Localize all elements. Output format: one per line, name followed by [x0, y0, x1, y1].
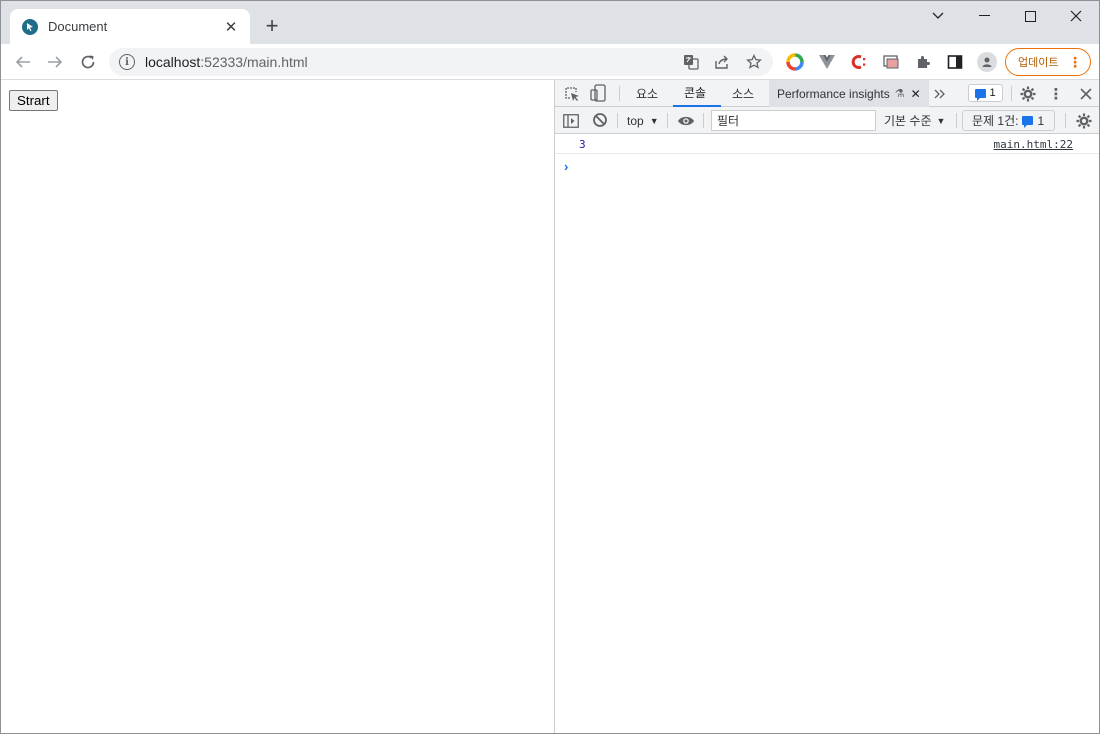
- forward-arrow-icon[interactable]: [43, 50, 67, 74]
- menu-dots-icon[interactable]: ⋮: [1068, 54, 1082, 70]
- address-bar[interactable]: i localhost:52333/main.html: [109, 48, 773, 76]
- tab-console[interactable]: 콘솔: [673, 80, 721, 107]
- side-panel-icon[interactable]: [943, 50, 967, 74]
- back-arrow-icon[interactable]: [11, 50, 35, 74]
- tab-search-chevron-icon[interactable]: [915, 1, 961, 31]
- tab-performance-insights-label: Performance insights: [777, 86, 890, 101]
- browser-window: Document ✕ + i localhost:52333/main.htm…: [0, 0, 1100, 734]
- tab-close-icon[interactable]: ✕: [911, 87, 921, 101]
- update-button[interactable]: 업데이트 ⋮: [1005, 48, 1091, 76]
- reload-icon[interactable]: [76, 50, 100, 74]
- minimize-icon[interactable]: [961, 1, 1007, 31]
- c-extension-icon[interactable]: [847, 50, 871, 74]
- vue-devtools-extension-icon[interactable]: [815, 50, 839, 74]
- maximize-icon[interactable]: [1007, 1, 1053, 31]
- settings-gear-icon[interactable]: [1019, 85, 1037, 103]
- live-expression-eye-icon[interactable]: [677, 112, 695, 130]
- filter-input[interactable]: 필터: [711, 110, 876, 131]
- tab-strip: Document ✕ +: [1, 1, 1099, 44]
- more-options-dots-icon[interactable]: ⋮: [1047, 85, 1065, 103]
- issues-badge-count: 1: [989, 87, 996, 99]
- url-host: localhost: [145, 54, 201, 70]
- site-info-icon[interactable]: i: [119, 54, 135, 70]
- window-close-icon[interactable]: [1053, 1, 1099, 31]
- start-button[interactable]: Strart: [9, 90, 58, 111]
- avatar: [977, 52, 997, 72]
- tab-sources[interactable]: 소스: [732, 80, 754, 107]
- devtools-tab-bar: 요소 콘솔 소스 Performance insights ⚗ ✕ 1 ⋮: [555, 80, 1099, 107]
- tab-close-icon[interactable]: ✕: [222, 18, 240, 36]
- page-viewport: Strart: [1, 80, 554, 733]
- extensions-puzzle-icon[interactable]: [911, 50, 935, 74]
- color-wheel-extension-icon[interactable]: [783, 50, 807, 74]
- pointer-favicon-icon: [22, 18, 38, 35]
- image-extension-icon[interactable]: [879, 50, 903, 74]
- console-prompt-chevron-icon[interactable]: ›: [564, 159, 568, 174]
- context-select[interactable]: top ▼: [627, 111, 659, 130]
- new-tab-button[interactable]: +: [261, 15, 283, 37]
- log-levels-value: 기본 수준: [884, 114, 932, 128]
- message-icon: [1022, 116, 1034, 128]
- share-icon[interactable]: [710, 50, 734, 74]
- sidebar-toggle-icon[interactable]: [562, 112, 580, 130]
- issues-label: 문제 1건:: [972, 114, 1019, 128]
- clear-console-icon[interactable]: [591, 111, 609, 129]
- url-path: :52333/main.html: [200, 54, 308, 70]
- console-toolbar: top ▼ 필터 기본 수준 ▼ 문제 1건: 1: [555, 107, 1099, 134]
- update-button-label: 업데이트: [1018, 57, 1059, 69]
- device-toggle-icon[interactable]: [589, 84, 607, 102]
- tab-elements[interactable]: 요소: [636, 80, 658, 107]
- issues-count-value: 1: [1037, 113, 1045, 128]
- log-levels-select[interactable]: 기본 수준 ▼: [884, 111, 945, 130]
- console-output: 3 main.html:22 ›: [555, 134, 1099, 174]
- dropdown-caret-icon: ▼: [649, 115, 659, 126]
- browser-toolbar: i localhost:52333/main.html 업데이트 ⋮: [1, 44, 1099, 80]
- tab-performance-insights[interactable]: Performance insights ⚗ ✕: [769, 80, 929, 107]
- translate-icon[interactable]: [679, 50, 703, 74]
- tab-title: Document: [48, 19, 108, 34]
- devtools-panel: 요소 콘솔 소스 Performance insights ⚗ ✕ 1 ⋮ to…: [554, 80, 1099, 733]
- experiment-flask-icon: ⚗: [894, 88, 905, 100]
- console-log-value: 3: [579, 138, 586, 151]
- issues-badge[interactable]: 1: [968, 84, 1003, 102]
- bookmark-star-icon[interactable]: [742, 50, 766, 74]
- context-value: top: [627, 113, 644, 128]
- inspect-element-icon[interactable]: [563, 85, 581, 103]
- console-settings-gear-icon[interactable]: [1075, 112, 1093, 130]
- console-log-source-link[interactable]: main.html:22: [994, 138, 1073, 151]
- profile-avatar-icon[interactable]: [975, 50, 999, 74]
- dropdown-caret-icon: ▼: [936, 115, 946, 126]
- close-devtools-icon[interactable]: [1077, 85, 1095, 103]
- issues-count-button[interactable]: 문제 1건: 1: [962, 110, 1055, 131]
- console-log-row: 3 main.html:22: [555, 134, 1099, 154]
- tab-document[interactable]: Document ✕: [10, 9, 250, 44]
- message-icon: [975, 88, 987, 101]
- filter-placeholder: 필터: [717, 114, 740, 128]
- more-tabs-chevron-icon[interactable]: [931, 85, 949, 103]
